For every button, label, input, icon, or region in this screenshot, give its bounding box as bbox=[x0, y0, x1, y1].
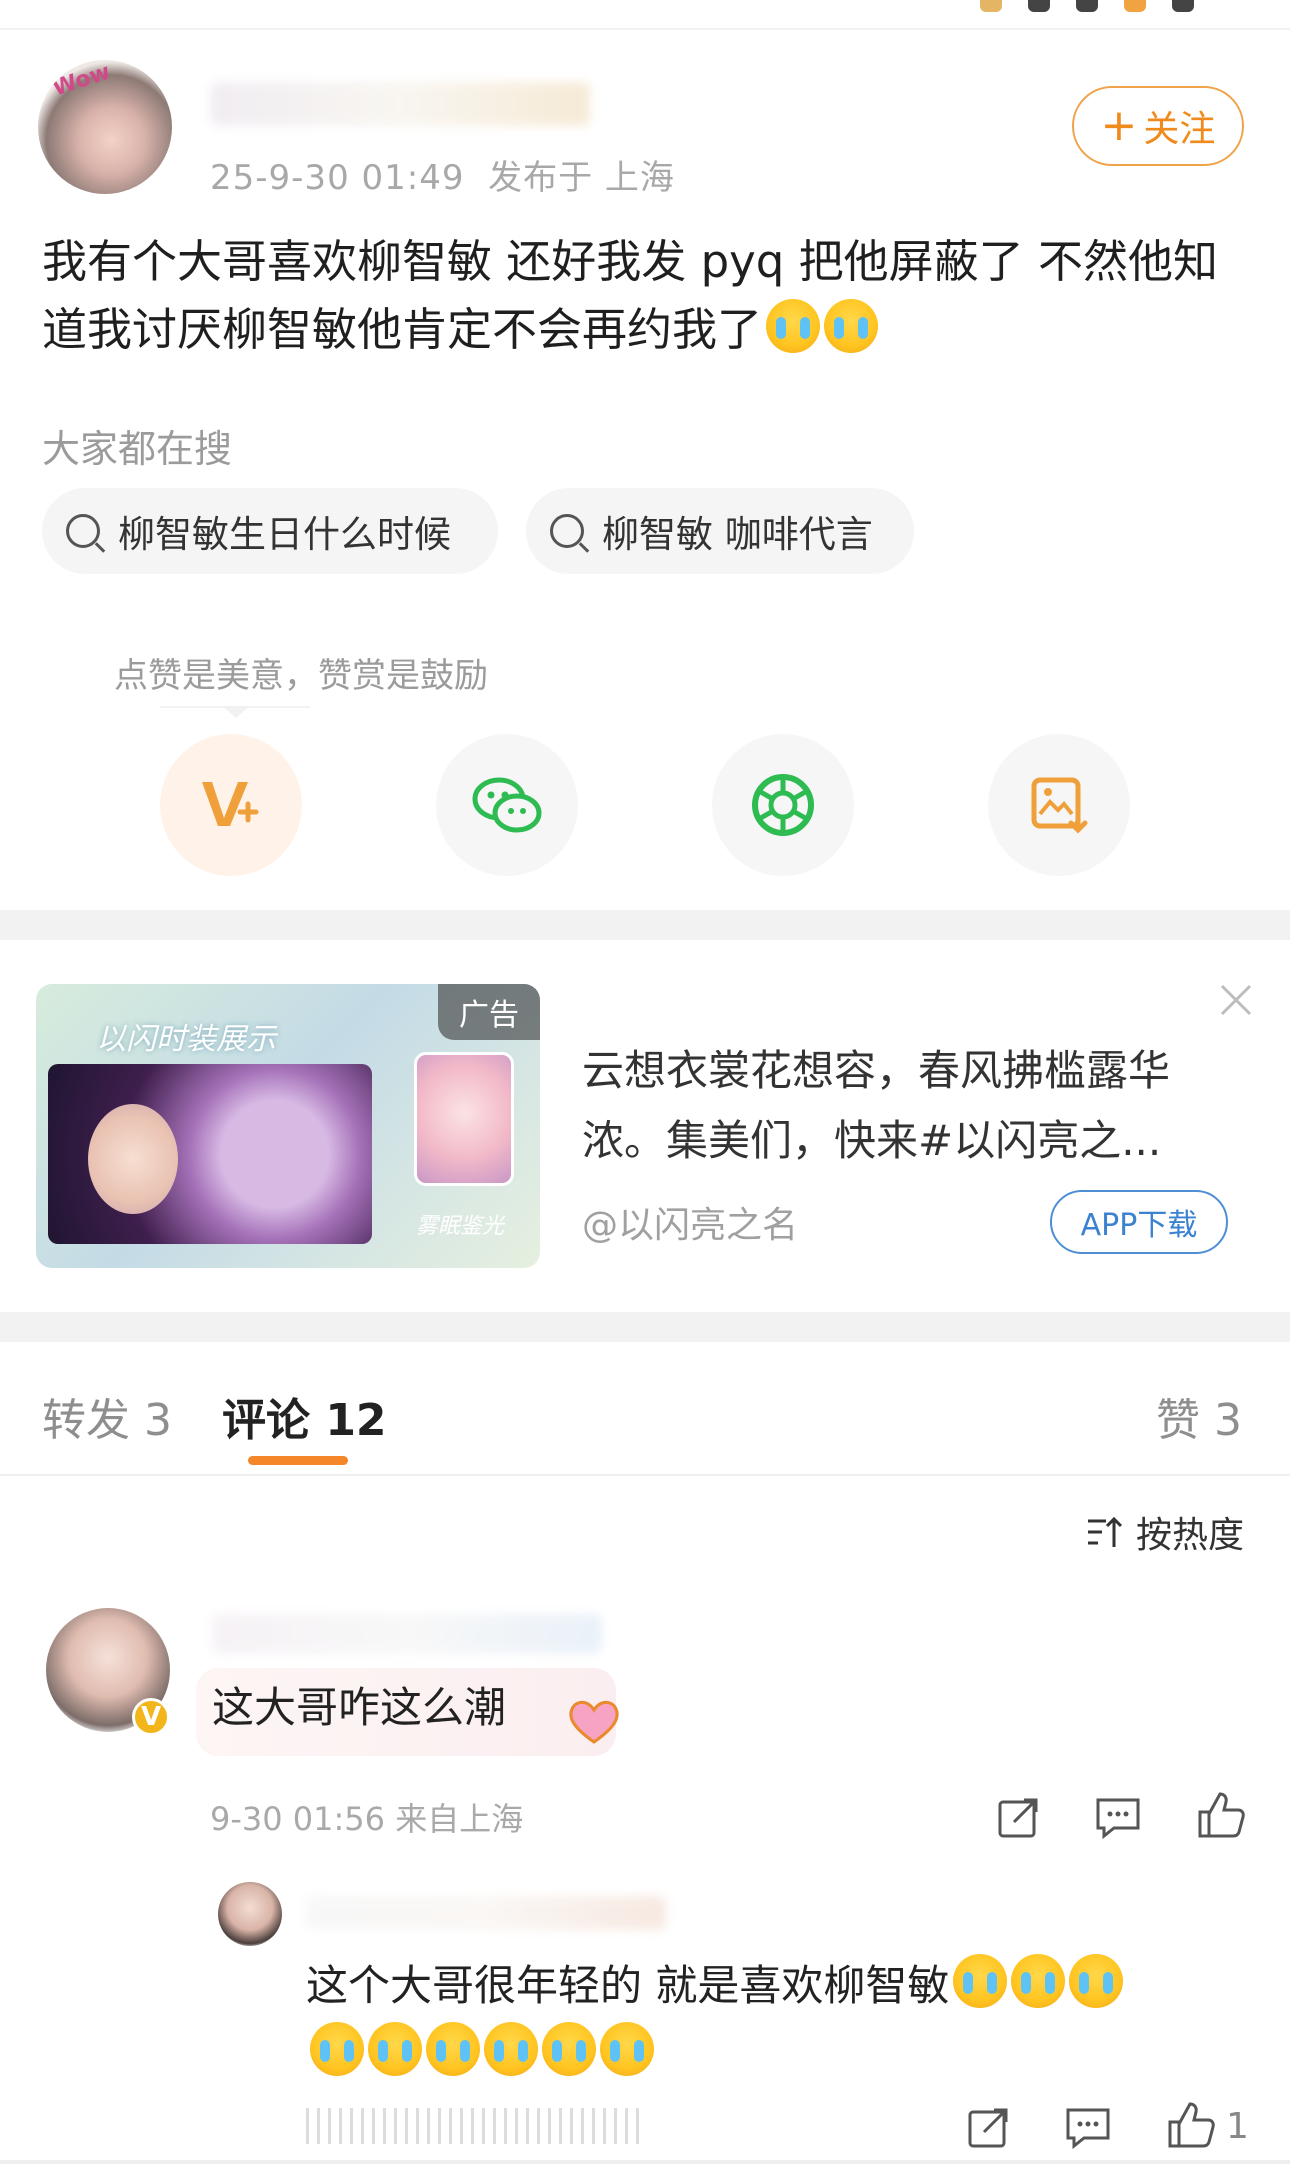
ad-image-scene bbox=[48, 1064, 372, 1244]
share-wechat-button[interactable] bbox=[436, 734, 578, 876]
reply-text: 这个大哥很年轻的 就是喜欢柳智敏 bbox=[306, 1952, 1266, 2088]
reply-like-count: 1 bbox=[1226, 2106, 1249, 2147]
follow-button[interactable]: + 关注 bbox=[1072, 86, 1244, 166]
crying-face-emoji bbox=[1011, 1954, 1066, 2008]
crying-face-emoji bbox=[1069, 1954, 1124, 2008]
tab-repost[interactable]: 转发 3 bbox=[42, 1384, 172, 1448]
save-image-button[interactable] bbox=[988, 734, 1130, 876]
follow-label: 关注 bbox=[1143, 109, 1216, 150]
reward-button[interactable] bbox=[160, 734, 302, 876]
sort-label: 按热度 bbox=[1136, 1515, 1245, 1556]
crying-face-emoji bbox=[310, 2022, 364, 2076]
ad-image-portrait bbox=[414, 1052, 514, 1186]
crying-face-emoji bbox=[542, 2022, 596, 2076]
like-icon[interactable] bbox=[1166, 2100, 1215, 2148]
reward-icon bbox=[202, 782, 259, 826]
crying-face-emoji bbox=[953, 1954, 1008, 2008]
tab-divider bbox=[0, 1474, 1290, 1476]
share-icon[interactable] bbox=[964, 2104, 1012, 2152]
top-icons-partial bbox=[980, 0, 1210, 14]
comment-text: 这大哥咋这么潮 bbox=[212, 1683, 507, 1732]
crying-face-emoji bbox=[426, 2022, 480, 2076]
reply-meta-obscured bbox=[306, 2108, 646, 2144]
post-meta: 25-9-30 01:49 发布于 上海 bbox=[210, 150, 675, 199]
post-text: 我有个大哥喜欢柳智敏 还好我发 pyq 把他屏蔽了 不然他知道我讨厌柳智敏他肯定… bbox=[42, 228, 1252, 364]
trending-title: 大家都在搜 bbox=[42, 427, 233, 471]
crying-face-emoji bbox=[484, 2022, 538, 2076]
post-time: 25-9-30 01:49 bbox=[210, 158, 465, 198]
bottom-divider bbox=[0, 2160, 1290, 2164]
ad-image-title: 以闪时装展示 bbox=[96, 1022, 276, 1057]
crying-face-emoji bbox=[600, 2022, 654, 2076]
section-separator bbox=[0, 1312, 1290, 1342]
app-download-button[interactable]: APP下载 bbox=[1050, 1190, 1228, 1254]
search-icon bbox=[550, 514, 584, 548]
trending-chip-label: 柳智敏 咖啡代言 bbox=[602, 513, 873, 556]
replier-username-blurred[interactable] bbox=[306, 1896, 666, 1930]
trending-chip-label: 柳智敏生日什么时候 bbox=[118, 513, 451, 556]
active-tab-indicator bbox=[248, 1456, 348, 1465]
reply-icon[interactable] bbox=[1064, 2104, 1112, 2152]
crying-face-emoji bbox=[368, 2022, 422, 2076]
crying-face-emoji bbox=[766, 299, 821, 353]
post-location: 发布于 上海 bbox=[488, 158, 675, 198]
post-body: 我有个大哥喜欢柳智敏 还好我发 pyq 把他屏蔽了 不然他知道我讨厌柳智敏他肯定… bbox=[42, 235, 1218, 356]
author-username-blurred[interactable] bbox=[210, 82, 590, 126]
tab-comments[interactable]: 评论 12 bbox=[222, 1384, 387, 1448]
crying-face-emoji bbox=[824, 299, 879, 353]
ad-badge: 广告 bbox=[438, 984, 540, 1040]
tab-likes[interactable]: 赞 3 bbox=[1156, 1384, 1242, 1448]
moments-icon bbox=[752, 774, 814, 836]
section-separator bbox=[0, 910, 1290, 940]
save-image-icon bbox=[1031, 777, 1088, 834]
close-icon[interactable] bbox=[1216, 980, 1256, 1020]
like-icon[interactable] bbox=[1196, 1790, 1245, 1838]
reply-icon[interactable] bbox=[1094, 1794, 1142, 1842]
comment-meta: 9-30 01:56 来自上海 bbox=[210, 1800, 524, 1838]
replier-avatar[interactable] bbox=[218, 1882, 282, 1946]
ad-account[interactable]: @以闪亮之名 bbox=[582, 1196, 798, 1248]
commenter-username-blurred[interactable] bbox=[212, 1614, 602, 1654]
trending-chip[interactable]: 柳智敏生日什么时候 bbox=[42, 488, 498, 574]
wechat-icon bbox=[472, 777, 542, 833]
ad-text[interactable]: 云想衣裳花想容，春风拂槛露华浓。集美们，快来#以闪亮之... bbox=[582, 1036, 1222, 1176]
author-avatar[interactable]: Wow bbox=[38, 60, 172, 194]
reward-tip: 点赞是美意，赞赏是鼓励 bbox=[114, 656, 488, 696]
sort-icon bbox=[1088, 1516, 1123, 1547]
search-icon bbox=[66, 514, 100, 548]
trending-chip[interactable]: 柳智敏 咖啡代言 bbox=[526, 488, 914, 574]
tip-caret bbox=[222, 706, 250, 718]
ad-image-subtitle: 雾眠鉴光 bbox=[416, 1214, 505, 1239]
sort-button[interactable]: 按热度 bbox=[1086, 1506, 1244, 1558]
heart-decoration-icon bbox=[566, 1696, 622, 1746]
share-moments-button[interactable] bbox=[712, 734, 854, 876]
reply-body: 这个大哥很年轻的 就是喜欢柳智敏 bbox=[306, 1961, 950, 2010]
verified-badge: V bbox=[132, 1698, 170, 1736]
share-icon[interactable] bbox=[994, 1794, 1042, 1842]
plus-icon: + bbox=[1100, 100, 1138, 151]
